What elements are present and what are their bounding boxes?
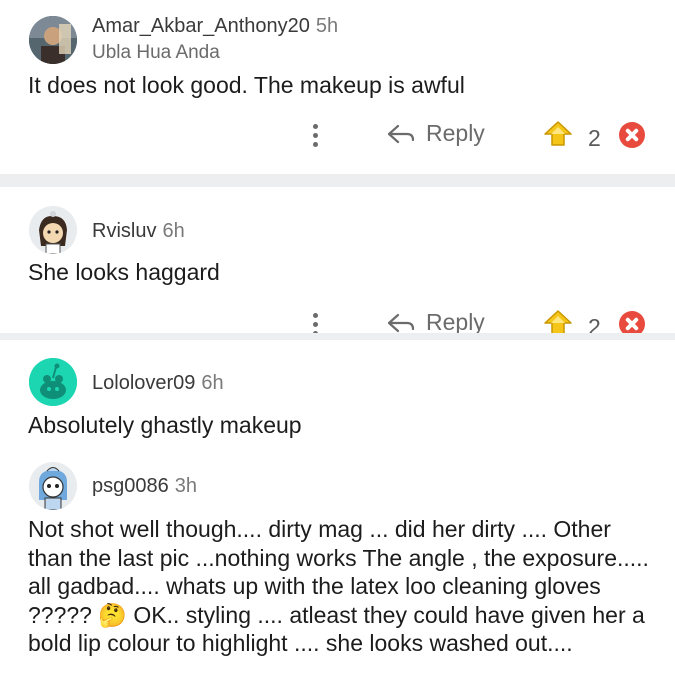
vote-score: 2	[588, 314, 601, 333]
reply-label: Reply	[426, 120, 485, 146]
username[interactable]: Rvisluv 6h	[92, 220, 185, 243]
comment-2: Rvisluv 6h She looks haggard Reply 2	[0, 187, 675, 333]
avatar[interactable]	[29, 358, 77, 406]
timestamp: 6h	[201, 372, 224, 394]
more-vertical-icon[interactable]	[306, 119, 326, 153]
comment-1: Amar_Akbar_Anthony20 5h Ubla Hua Anda It …	[0, 0, 675, 174]
reply-arrow-icon	[387, 313, 415, 332]
comment-actions: Reply 2	[0, 305, 675, 333]
avatar[interactable]	[29, 16, 77, 64]
comment-4: psg0086 3h Not shot well though.... dirty…	[0, 445, 675, 700]
gold-upvote-icon[interactable]	[543, 121, 573, 147]
timestamp: 5h	[315, 15, 339, 37]
username[interactable]: Amar_Akbar_Anthony20 5h	[92, 15, 338, 38]
gold-upvote-icon[interactable]	[543, 310, 573, 333]
comment-text: Absolutely ghastly makeup	[28, 412, 302, 438]
comment-text: She looks haggard	[28, 259, 220, 285]
avatar[interactable]	[29, 462, 77, 510]
reply-arrow-icon	[387, 124, 415, 143]
timestamp: 3h	[174, 475, 197, 497]
more-vertical-icon[interactable]	[306, 308, 326, 333]
red-downvote-icon[interactable]	[619, 311, 645, 333]
comment-separator	[0, 333, 675, 340]
reply-label: Reply	[426, 309, 485, 333]
vote-score: 2	[588, 125, 601, 151]
thinking-face-emoji: 🤔	[98, 601, 127, 628]
username[interactable]: Lololover09 6h	[92, 372, 224, 395]
comment-text: It does not look good. The makeup is awf…	[28, 72, 465, 98]
comment-separator	[0, 174, 675, 187]
timestamp: 6h	[162, 220, 185, 242]
reply-button[interactable]: Reply	[386, 309, 485, 333]
comment-text: Not shot well though.... dirty mag ... d…	[28, 515, 653, 658]
red-downvote-icon[interactable]	[619, 122, 645, 148]
avatar[interactable]	[29, 206, 77, 254]
comment-actions: Reply 2	[0, 116, 675, 156]
comment-3: Lololover09 6h Absolutely ghastly makeup	[0, 340, 675, 445]
user-flair: Ubla Hua Anda	[92, 42, 220, 63]
reply-button[interactable]: Reply	[386, 120, 485, 147]
username[interactable]: psg0086 3h	[92, 475, 197, 498]
